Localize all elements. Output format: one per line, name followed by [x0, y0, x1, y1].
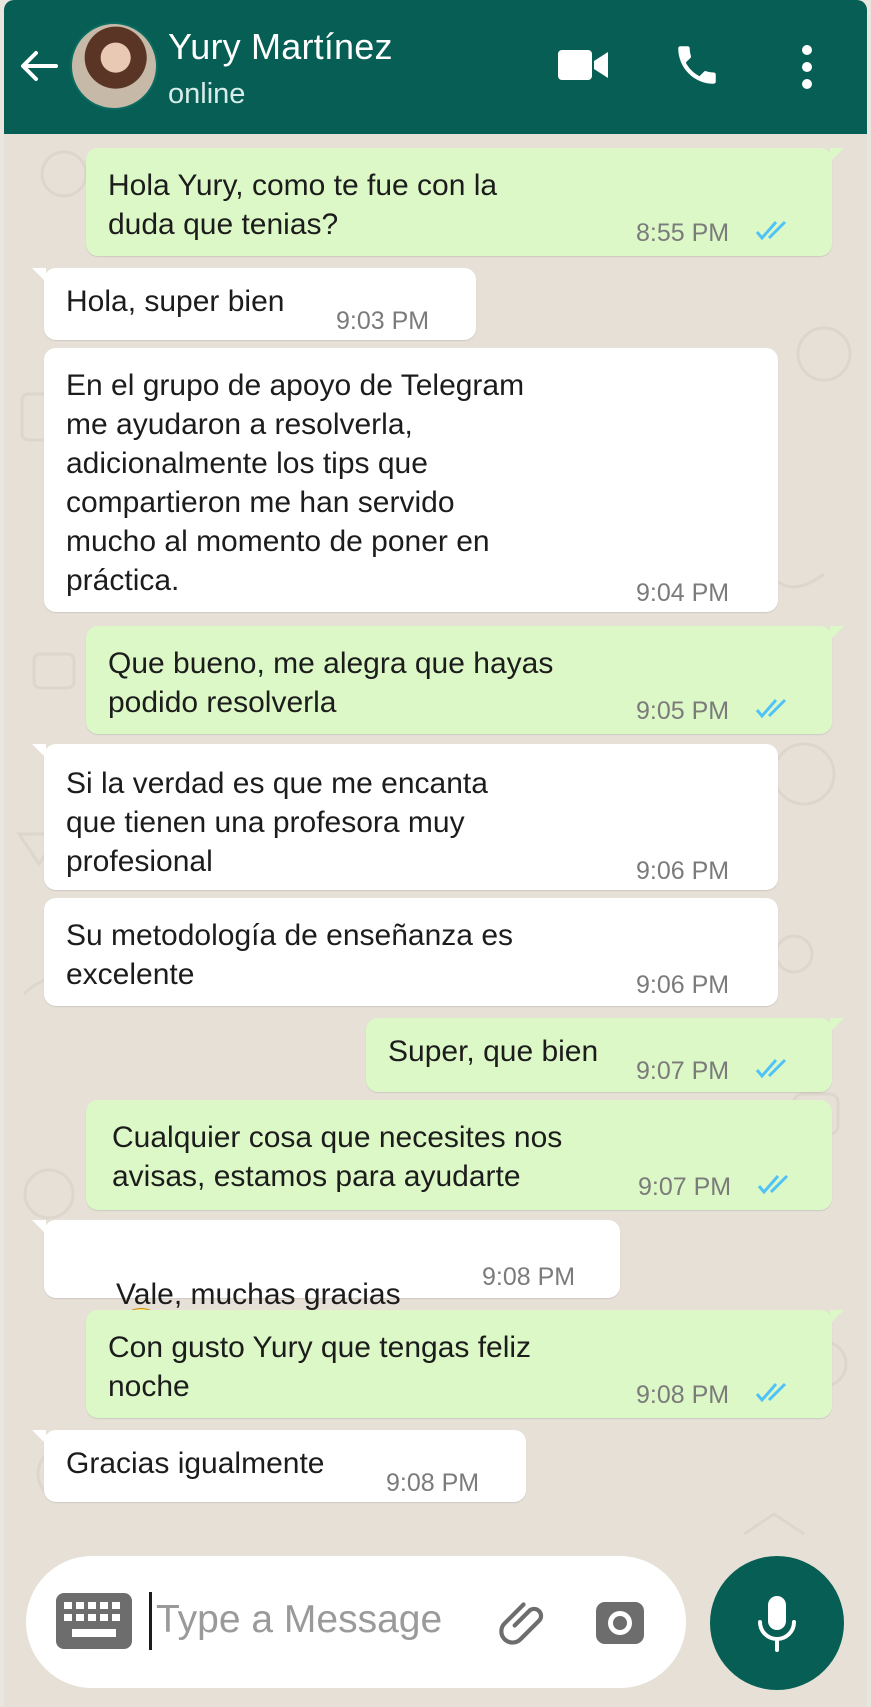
message-outgoing[interactable]: Hola Yury, como te fue con la duda que t… — [86, 148, 844, 256]
contact-status: online — [168, 78, 246, 110]
message-time: 9:07 PM — [638, 1173, 732, 1201]
message-incoming[interactable]: Hola, super bien 9:03 PM — [32, 268, 476, 340]
back-arrow-icon[interactable] — [16, 44, 60, 88]
message-text: Gracias igualmente — [66, 1447, 325, 1480]
message-text: Cualquier cosa que necesites nos avisas,… — [112, 1121, 563, 1193]
message-incoming[interactable]: Si la verdad es que me encanta que tiene… — [32, 744, 778, 890]
contact-name[interactable]: Yury Martínez — [168, 26, 393, 68]
contact-avatar[interactable] — [70, 22, 158, 110]
message-incoming[interactable]: En el grupo de apoyo de Telegram me ayud… — [44, 348, 778, 612]
message-time: 9:03 PM — [336, 307, 430, 335]
message-time: 9:07 PM — [636, 1057, 730, 1085]
message-text: Super, que bien — [388, 1035, 599, 1068]
keyboard-icon[interactable] — [56, 1593, 132, 1649]
message-time: 9:08 PM — [482, 1263, 576, 1291]
video-call-icon[interactable] — [556, 46, 610, 84]
message-text: Hola Yury, como te fue con la duda que t… — [108, 169, 498, 241]
message-outgoing[interactable]: Cualquier cosa que necesites nos avisas,… — [86, 1100, 832, 1210]
double-check-read-icon — [755, 1382, 787, 1403]
chat-screen: Yury Martínez online Hola Yury, como te … — [4, 0, 867, 1707]
more-options-icon[interactable] — [800, 44, 814, 90]
message-text: Que bueno, me alegra que hayas podido re… — [108, 647, 554, 719]
message-time: 9:06 PM — [636, 857, 730, 885]
double-check-read-icon — [755, 698, 787, 719]
message-outgoing[interactable]: Con gusto Yury que tengas feliz noche 9:… — [86, 1310, 844, 1418]
double-check-read-icon — [757, 1174, 789, 1195]
message-incoming[interactable]: Su metodología de enseñanza es excelente… — [44, 898, 778, 1006]
message-text: En el grupo de apoyo de Telegram me ayud… — [66, 369, 525, 597]
text-caret — [149, 1592, 152, 1650]
double-check-read-icon — [755, 1058, 787, 1079]
message-text: Vale, muchas gracias — [116, 1278, 401, 1311]
attach-icon[interactable] — [496, 1594, 552, 1650]
message-time: 9:08 PM — [636, 1381, 730, 1409]
message-time: 9:06 PM — [636, 971, 730, 999]
message-incoming[interactable]: Vale, muchas gracias 9:08 PM — [32, 1220, 620, 1384]
message-text: Su metodología de enseñanza es excelente — [66, 919, 513, 991]
message-composer[interactable]: Type a Message — [26, 1556, 686, 1688]
message-time: 9:04 PM — [636, 579, 730, 607]
message-text: Con gusto Yury que tengas feliz noche — [108, 1331, 532, 1403]
message-time: 8:55 PM — [636, 219, 730, 247]
microphone-button[interactable] — [710, 1556, 844, 1690]
phone-icon[interactable] — [672, 40, 722, 90]
message-time: 9:05 PM — [636, 697, 730, 725]
message-time: 9:08 PM — [386, 1469, 480, 1497]
message-outgoing[interactable]: Super, que bien 9:07 PM — [366, 1018, 844, 1092]
message-outgoing[interactable]: Que bueno, me alegra que hayas podido re… — [86, 626, 844, 734]
message-text: Si la verdad es que me encanta que tiene… — [66, 767, 488, 878]
message-text: Hola, super bien — [66, 285, 285, 318]
chat-header: Yury Martínez online — [4, 0, 867, 134]
camera-icon[interactable] — [594, 1596, 646, 1648]
message-input[interactable]: Type a Message — [156, 1598, 442, 1642]
message-incoming[interactable]: Gracias igualmente 9:08 PM — [32, 1430, 526, 1502]
microphone-icon — [758, 1596, 796, 1652]
double-check-read-icon — [755, 220, 787, 241]
